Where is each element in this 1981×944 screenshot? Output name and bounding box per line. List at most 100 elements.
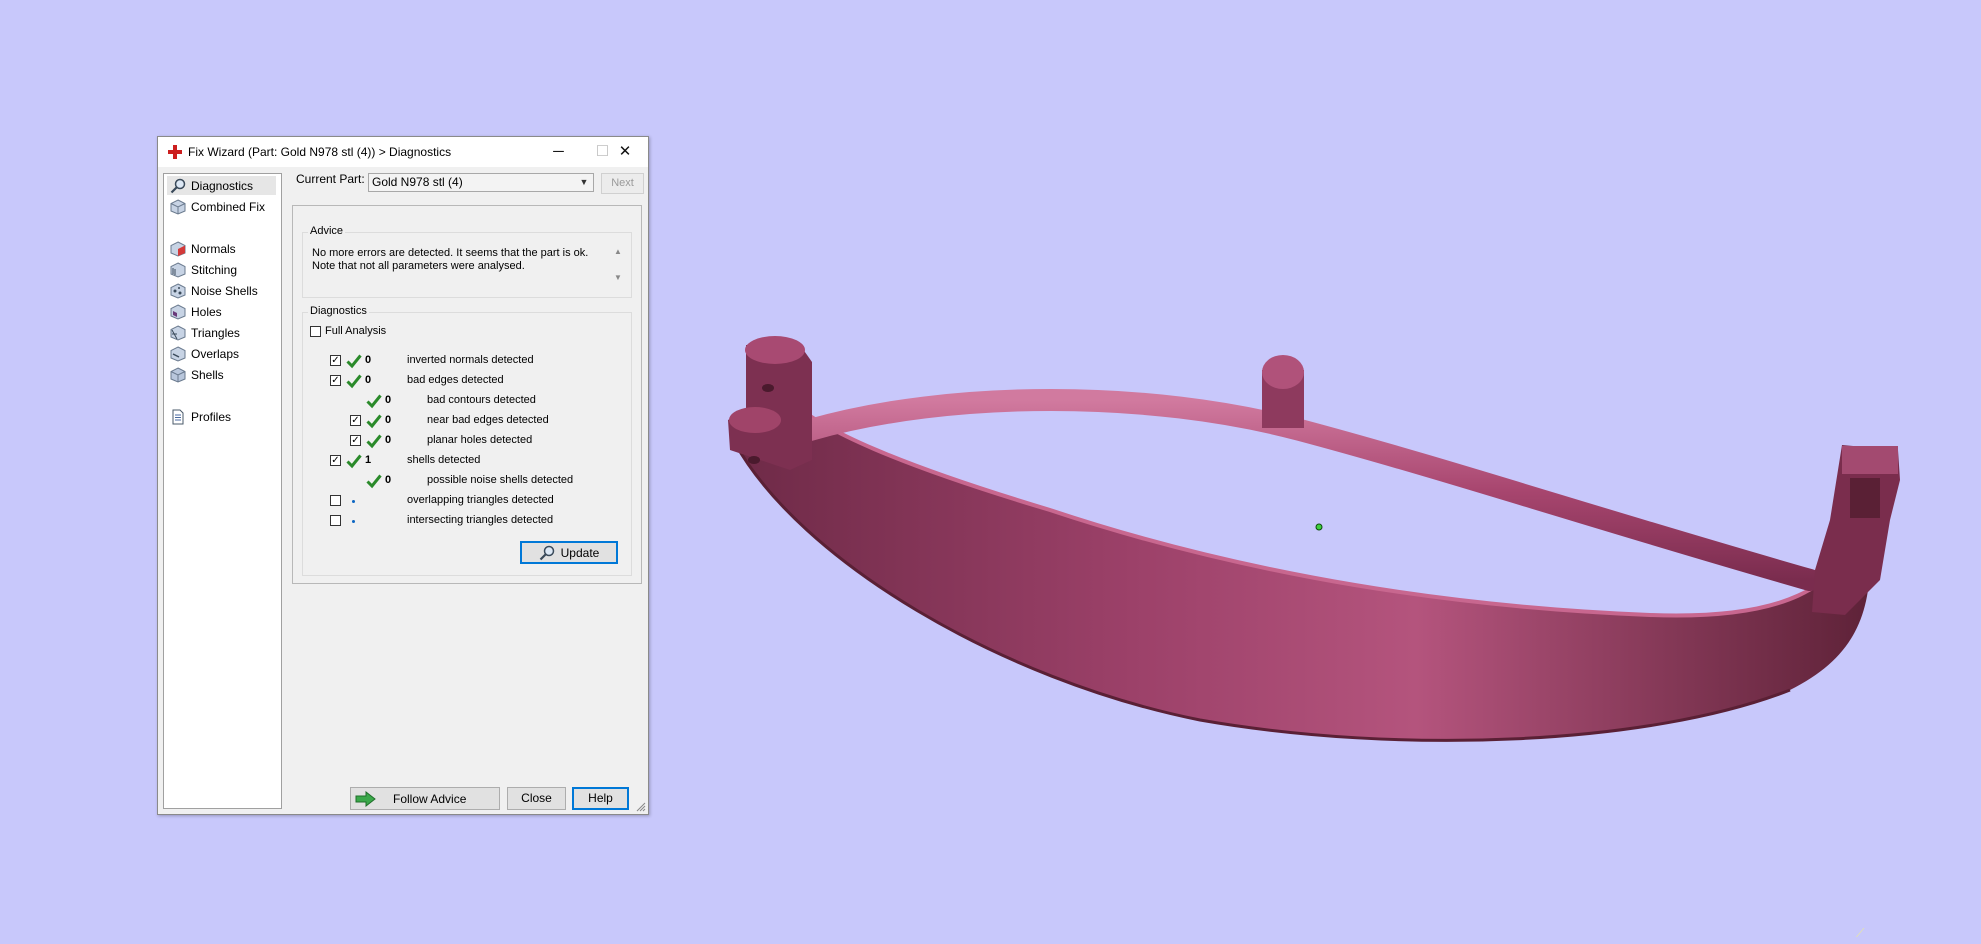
current-part-select[interactable]: Gold N978 stl (4) ▼ bbox=[368, 173, 594, 192]
title-bar[interactable]: Fix Wizard (Part: Gold N978 stl (4)) > D… bbox=[158, 137, 648, 167]
nav-label: Shells bbox=[191, 367, 224, 382]
left-hinge-mid bbox=[729, 407, 781, 433]
nav-item-shells[interactable]: Shells bbox=[167, 365, 276, 384]
nav-item-overlaps[interactable]: Overlaps bbox=[167, 344, 276, 363]
ok-check-icon bbox=[366, 434, 382, 449]
advice-text: No more errors are detected. It seems th… bbox=[312, 247, 589, 272]
cube-noise-icon bbox=[170, 282, 186, 299]
current-part-label: Current Part: bbox=[296, 172, 365, 186]
row-checkbox[interactable]: ✓ bbox=[350, 435, 361, 446]
chevron-down-icon: ▼ bbox=[579, 177, 589, 187]
row-count: 0 bbox=[365, 374, 372, 386]
ok-check-icon bbox=[346, 454, 362, 469]
peg-top bbox=[1262, 355, 1304, 389]
magnifier-icon bbox=[539, 545, 554, 560]
row-checkbox[interactable]: ✓ bbox=[330, 355, 341, 366]
row-label: near bad edges detected bbox=[427, 414, 549, 426]
update-button[interactable]: Update bbox=[520, 541, 618, 564]
scroll-up-icon[interactable]: ▲ bbox=[611, 247, 625, 261]
row-count: 0 bbox=[385, 394, 392, 406]
viewport-axis-indicator: ⟋ bbox=[1856, 926, 1865, 940]
right-clasp-top bbox=[1842, 446, 1898, 474]
next-button: Next bbox=[601, 173, 644, 194]
follow-advice-label: Follow Advice bbox=[393, 791, 467, 806]
row-label: possible noise shells detected bbox=[427, 474, 574, 486]
diagnostics-title: Diagnostics bbox=[308, 305, 369, 317]
row-checkbox[interactable] bbox=[330, 515, 341, 526]
nav-item-noise-shells[interactable]: Noise Shells bbox=[167, 281, 276, 300]
cube-icon bbox=[170, 198, 186, 215]
row-label: inverted normals detected bbox=[407, 354, 534, 366]
ok-check-icon bbox=[366, 414, 382, 429]
row-count: 0 bbox=[385, 474, 392, 486]
nav-label: Triangles bbox=[191, 325, 240, 340]
nav-item-triangles[interactable]: Triangles bbox=[167, 323, 276, 342]
follow-advice-button[interactable]: Follow Advice bbox=[350, 787, 500, 810]
nav-label: Profiles bbox=[191, 409, 232, 424]
scroll-down-icon[interactable]: ▼ bbox=[611, 273, 625, 287]
left-hinge-top bbox=[745, 336, 805, 364]
row-label: bad contours detected bbox=[427, 394, 536, 406]
nav-label: Noise Shells bbox=[191, 283, 258, 298]
row-label: bad edges detected bbox=[407, 374, 504, 386]
row-label: planar holes detected bbox=[427, 434, 533, 446]
cube-overlaps-icon bbox=[170, 345, 186, 362]
ok-check-icon bbox=[346, 374, 362, 389]
ok-check-icon bbox=[366, 394, 382, 409]
row-count: 0 bbox=[385, 414, 392, 426]
row-checkbox[interactable]: ✓ bbox=[330, 375, 341, 386]
nav-item-stitching[interactable]: Stitching bbox=[167, 260, 276, 279]
nav-item-holes[interactable]: Holes bbox=[167, 302, 276, 321]
row-label: shells detected bbox=[407, 454, 481, 466]
help-button[interactable]: Help bbox=[572, 787, 629, 810]
cube-holes-icon bbox=[170, 303, 186, 320]
wizard-navigation: Diagnostics Combined Fix Normals Stitchi… bbox=[163, 173, 282, 809]
cube-shells-icon bbox=[170, 366, 186, 383]
update-label: Update bbox=[560, 545, 600, 560]
left-hinge-hole-2 bbox=[748, 456, 760, 464]
row-checkbox[interactable]: ✓ bbox=[350, 415, 361, 426]
minimize-button[interactable]: ─ bbox=[536, 137, 581, 167]
close-button[interactable]: Close bbox=[507, 787, 566, 810]
nav-label: Normals bbox=[191, 241, 236, 256]
dialog-title: Fix Wizard (Part: Gold N978 stl (4)) > D… bbox=[188, 145, 452, 159]
row-checkbox[interactable]: ✓ bbox=[330, 455, 341, 466]
nav-label: Combined Fix bbox=[191, 199, 266, 214]
advice-title: Advice bbox=[308, 225, 346, 237]
current-part-value: Gold N978 stl (4) bbox=[372, 175, 463, 189]
row-label: overlapping triangles detected bbox=[407, 494, 554, 506]
ok-check-icon bbox=[346, 354, 362, 369]
nav-label: Stitching bbox=[191, 262, 238, 277]
ok-check-icon bbox=[366, 474, 382, 489]
row-checkbox[interactable] bbox=[330, 495, 341, 506]
arrow-right-icon bbox=[355, 790, 376, 807]
full-analysis-checkbox[interactable] bbox=[310, 326, 321, 337]
row-count: 0 bbox=[365, 354, 372, 366]
fix-wizard-dialog: Fix Wizard (Part: Gold N978 stl (4)) > D… bbox=[157, 136, 649, 815]
cube-triangles-icon bbox=[170, 324, 186, 341]
nav-item-normals[interactable]: Normals bbox=[167, 239, 276, 258]
nav-item-diagnostics[interactable]: Diagnostics bbox=[167, 176, 276, 195]
nav-label: Holes bbox=[191, 304, 222, 319]
nav-item-profiles[interactable]: Profiles bbox=[167, 407, 276, 426]
not-analysed-dot-icon bbox=[352, 520, 355, 523]
nav-label: Overlaps bbox=[191, 346, 240, 361]
band-outer bbox=[735, 400, 1870, 741]
diagnostics-group: Diagnostics Full Analysis ✓ 0 inverted n… bbox=[302, 305, 632, 576]
row-label: intersecting triangles detected bbox=[407, 514, 554, 526]
magnifier-icon bbox=[170, 178, 186, 193]
advice-scrollbar[interactable]: ▲ ▼ bbox=[611, 247, 625, 289]
left-hinge-hole bbox=[762, 384, 774, 392]
nav-item-combined-fix[interactable]: Combined Fix bbox=[167, 197, 276, 216]
cube-normals-icon bbox=[170, 240, 186, 257]
resize-grip-icon[interactable] bbox=[636, 802, 646, 812]
advice-group: Advice No more errors are detected. It s… bbox=[302, 225, 632, 298]
diagnostics-panel: Advice No more errors are detected. It s… bbox=[292, 205, 642, 584]
nav-label: Diagnostics bbox=[191, 178, 254, 193]
document-icon bbox=[172, 409, 184, 424]
pivot-marker bbox=[1315, 523, 1323, 531]
close-window-button[interactable]: ✕ bbox=[602, 137, 648, 167]
row-count: 0 bbox=[385, 434, 392, 446]
full-analysis-label: Full Analysis bbox=[325, 325, 387, 337]
cube-stitching-icon bbox=[170, 261, 186, 278]
